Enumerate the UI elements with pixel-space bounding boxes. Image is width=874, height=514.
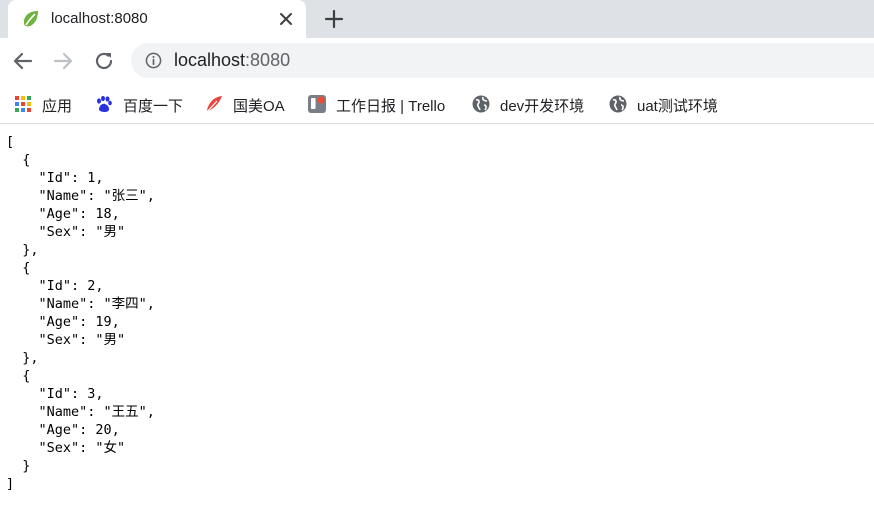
baidu-paw-icon bbox=[97, 95, 112, 113]
json-line: { bbox=[6, 368, 31, 384]
json-line: "Name": "王五", bbox=[6, 404, 155, 420]
json-line: }, bbox=[6, 242, 39, 258]
json-line: } bbox=[6, 458, 31, 474]
bookmark-label: 应用 bbox=[42, 98, 73, 115]
trello-icon bbox=[308, 95, 326, 113]
json-line: "Age": 18, bbox=[6, 206, 120, 222]
globe-icon bbox=[472, 95, 490, 113]
json-line: "Sex": "男" bbox=[6, 332, 126, 348]
json-line: }, bbox=[6, 350, 39, 366]
tab-title: localhost:8080 bbox=[51, 10, 148, 27]
forward-arrow-icon[interactable] bbox=[51, 49, 75, 73]
browser-tab[interactable]: localhost:8080 bbox=[8, 0, 306, 38]
json-line: "Age": 19, bbox=[6, 314, 120, 330]
reload-icon[interactable] bbox=[92, 49, 116, 73]
url-port: :8080 bbox=[245, 50, 291, 70]
close-icon[interactable] bbox=[276, 9, 296, 29]
json-line: "Sex": "女" bbox=[6, 440, 126, 456]
json-line: "Sex": "男" bbox=[6, 224, 126, 240]
spring-leaf-icon bbox=[23, 11, 38, 27]
json-line: ] bbox=[6, 476, 15, 492]
json-line: "Id": 1, bbox=[6, 170, 104, 186]
json-response-body: [ { "Id": 1, "Name": "张三", "Age": 18, "S… bbox=[6, 133, 155, 493]
bookmark-label: 工作日报 | Trello bbox=[336, 98, 446, 115]
json-line: "Name": "张三", bbox=[6, 188, 155, 204]
json-line: "Id": 2, bbox=[6, 278, 104, 294]
bookmark-label: 国美OA bbox=[233, 98, 285, 115]
plus-icon[interactable] bbox=[322, 7, 346, 31]
url-text[interactable]: localhost:8080 bbox=[174, 50, 290, 71]
back-arrow-icon[interactable] bbox=[11, 49, 35, 73]
bookmark-label: 百度一下 bbox=[123, 98, 184, 115]
url-host: localhost bbox=[174, 50, 246, 70]
json-line: "Name": "李四", bbox=[6, 296, 155, 312]
json-line: "Id": 3, bbox=[6, 386, 104, 402]
bookmark-label: uat测试环境 bbox=[637, 98, 718, 115]
tab-strip: localhost:8080 bbox=[0, 0, 874, 38]
info-icon[interactable] bbox=[145, 52, 162, 69]
feather-icon bbox=[206, 96, 222, 113]
globe-icon bbox=[609, 95, 627, 113]
json-line: [ bbox=[6, 134, 15, 150]
json-line: { bbox=[6, 152, 31, 168]
address-bar[interactable]: localhost:8080 bbox=[131, 43, 874, 78]
bookmark-label: dev开发环境 bbox=[500, 98, 585, 115]
browser-toolbar: localhost:8080 bbox=[0, 38, 874, 84]
apps-grid-icon bbox=[15, 96, 31, 112]
json-line: "Age": 20, bbox=[6, 422, 120, 438]
bookmarks-bar: 应用 百度一下 国美OA 工作日报 | Trello dev开发环境 uat测试… bbox=[0, 84, 874, 124]
json-line: { bbox=[6, 260, 31, 276]
